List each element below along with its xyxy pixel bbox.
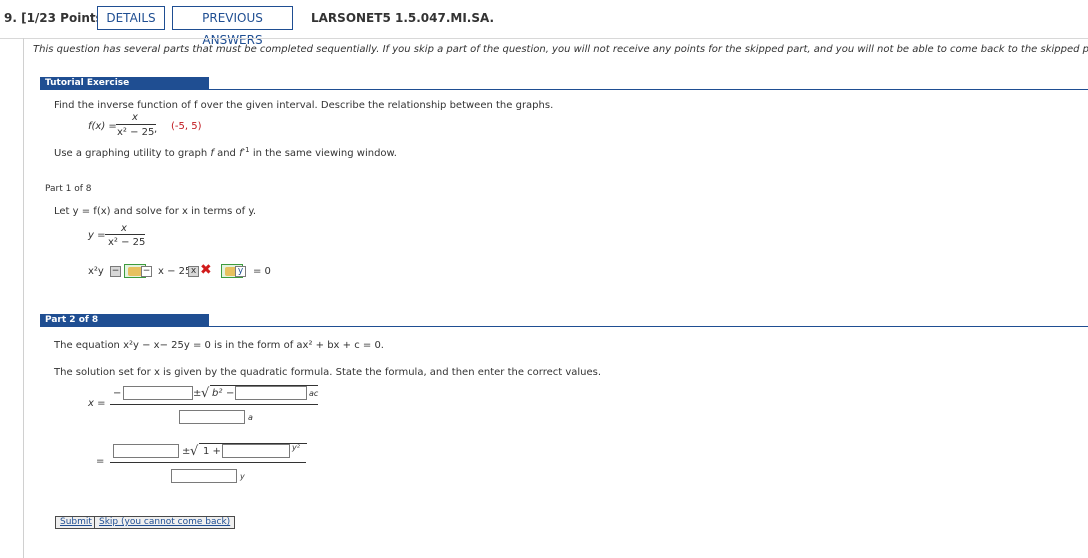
formula-fraction-line bbox=[110, 404, 318, 405]
part2-one-plus: 1 + bbox=[203, 446, 221, 457]
part1-fraction-line bbox=[105, 234, 145, 235]
part2-b-squared: b² bbox=[212, 388, 223, 399]
fx-fraction-line bbox=[116, 124, 156, 125]
fx-comma: , bbox=[154, 124, 158, 135]
part2-a: a bbox=[248, 413, 253, 422]
graph-suffix: in the same viewing window. bbox=[252, 148, 397, 159]
part2-x-eq: x = bbox=[88, 398, 106, 409]
numerator-input[interactable] bbox=[113, 444, 179, 458]
skip-button[interactable]: Skip (you cannot come back) bbox=[94, 516, 236, 529]
ac-coef-input[interactable] bbox=[235, 386, 307, 400]
key-icon bbox=[128, 267, 142, 276]
problem-code: LARSONET5 1.5.047.MI.SA. bbox=[311, 11, 495, 25]
part1-eq-zero: = 0 bbox=[253, 266, 271, 277]
part2-minus-b: − bbox=[113, 388, 122, 399]
question-number: 9. [1/23 Points] bbox=[4, 11, 109, 25]
part2-minus: − bbox=[226, 388, 235, 399]
part2-banner-rule bbox=[40, 326, 1088, 327]
submit-button[interactable]: Submit bbox=[55, 516, 97, 529]
part1-numerator: x bbox=[121, 223, 127, 234]
sqrt-icon: √ bbox=[201, 386, 210, 401]
y-coef-input[interactable] bbox=[222, 444, 290, 458]
graph-prefix: Use a graphing utility to graph bbox=[54, 148, 208, 159]
part1-y-eq: y = bbox=[88, 230, 106, 241]
part1-minus-sign: − bbox=[141, 266, 152, 277]
tutorial-banner-rule bbox=[40, 89, 1088, 90]
second-fraction-line bbox=[110, 462, 306, 463]
part2-y-squared: y² bbox=[292, 443, 300, 452]
graph-f: f bbox=[210, 148, 214, 159]
part1-term-x-25: x − 25 bbox=[158, 266, 192, 277]
part1-label: Part 1 of 8 bbox=[45, 184, 92, 194]
sqrt-icon: √ bbox=[190, 444, 199, 459]
part2-y: y bbox=[240, 472, 245, 481]
previous-answers-button[interactable]: PREVIOUS ANSWERS bbox=[172, 6, 293, 47]
graph-and: and bbox=[217, 148, 236, 159]
sequential-note: This question has several parts that mus… bbox=[33, 44, 1088, 55]
interval: (-5, 5) bbox=[171, 121, 202, 132]
part1-let-text: Let y = f(x) and solve for x in terms of… bbox=[54, 206, 257, 217]
part1-denominator: x² − 25 bbox=[108, 237, 146, 248]
fx-denominator: x² − 25 bbox=[117, 127, 155, 138]
part2-equals: = bbox=[96, 456, 105, 467]
part1-x-tile: x bbox=[188, 266, 199, 277]
part2-ac: ac bbox=[309, 389, 319, 398]
graph-inverse-sup: -1 bbox=[242, 146, 250, 154]
part1-y-tile: y bbox=[235, 266, 246, 277]
a-coef-input[interactable] bbox=[179, 410, 245, 424]
fx-label: f(x) = bbox=[88, 121, 117, 132]
graph-instruction: Use a graphing utility to graph f and f-… bbox=[54, 146, 397, 159]
denominator-input[interactable] bbox=[171, 469, 237, 483]
details-button[interactable]: DETAILS bbox=[97, 6, 165, 30]
part2-solution-text: The solution set for x is given by the q… bbox=[54, 367, 602, 378]
b-input[interactable] bbox=[123, 386, 193, 400]
fx-numerator: x bbox=[132, 112, 138, 123]
part1-term-x2y: x²y bbox=[88, 266, 104, 277]
tutorial-instruction: Find the inverse function of f over the … bbox=[54, 100, 554, 111]
header-divider bbox=[0, 38, 1088, 39]
side-divider bbox=[23, 38, 24, 558]
part1-minus-tile: − bbox=[110, 266, 121, 277]
part2-equation-text: The equation x²y − x− 25y = 0 is in the … bbox=[54, 340, 384, 351]
incorrect-x-icon: ✖ bbox=[200, 262, 212, 278]
